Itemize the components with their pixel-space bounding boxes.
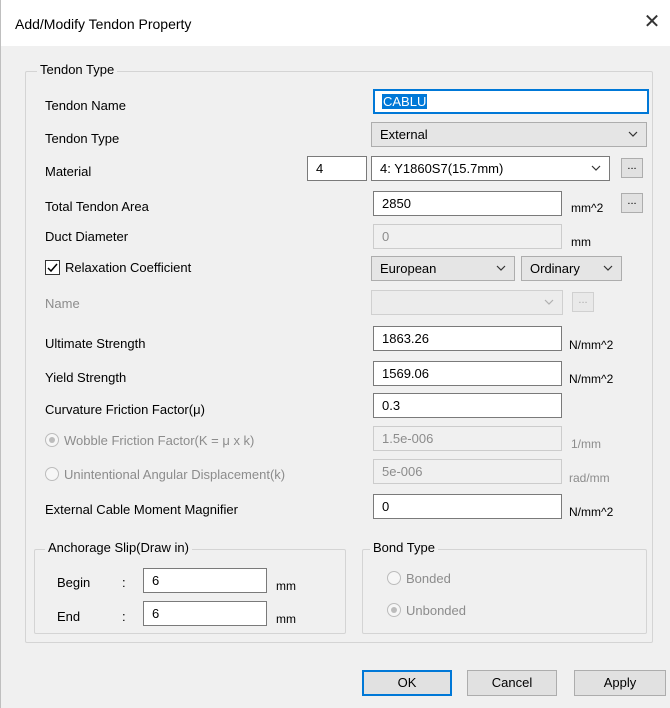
- anchorage-begin-colon: :: [122, 575, 126, 590]
- close-icon[interactable]: ✕: [639, 10, 665, 36]
- cancel-button[interactable]: Cancel: [467, 670, 557, 696]
- curvature-friction-value: 0.3: [382, 398, 401, 413]
- anchorage-end-unit: mm: [276, 612, 296, 626]
- tendon-type-selected: External: [380, 127, 428, 142]
- moment-magnifier-unit: N/mm^2: [569, 505, 614, 519]
- anchorage-end-label: End: [57, 609, 81, 624]
- material-browse-button[interactable]: ...: [621, 158, 643, 178]
- material-selected: 4: Y1860S7(15.7mm): [380, 161, 504, 176]
- material-number-value: 4: [316, 161, 324, 176]
- tendon-name-input[interactable]: CABLU: [373, 89, 649, 114]
- bonded-radio: [387, 571, 401, 585]
- curvature-friction-label: Curvature Friction Factor(μ): [45, 402, 205, 417]
- total-area-value: 2850: [382, 196, 411, 211]
- anchorage-end-value: 6: [152, 606, 160, 621]
- material-number-input[interactable]: 4: [307, 156, 367, 181]
- total-area-input[interactable]: 2850: [373, 191, 562, 216]
- unbonded-radio: [387, 603, 401, 617]
- duct-diameter-label: Duct Diameter: [45, 229, 129, 244]
- relaxation-code-select[interactable]: European: [371, 256, 515, 281]
- tendon-type-label: Tendon Type: [45, 131, 120, 146]
- bond-type-legend: Bond Type: [370, 540, 438, 555]
- apply-button[interactable]: Apply: [574, 670, 666, 696]
- ultimate-strength-input[interactable]: 1863.26: [373, 326, 562, 351]
- unbonded-label: Unbonded: [406, 603, 466, 618]
- dialog-title: Add/Modify Tendon Property: [15, 16, 192, 32]
- material-select[interactable]: 4: Y1860S7(15.7mm): [371, 156, 610, 181]
- chevron-down-icon: [496, 263, 506, 273]
- tendon-name-value: CABLU: [382, 94, 428, 109]
- ok-button[interactable]: OK: [362, 670, 452, 696]
- relaxation-class-select[interactable]: Ordinary: [521, 256, 622, 281]
- total-area-label: Total Tendon Area: [45, 199, 149, 214]
- yield-strength-unit: N/mm^2: [569, 372, 614, 386]
- title-bar[interactable]: Add/Modify Tendon Property ✕: [1, 0, 670, 46]
- name-browse-button: ...: [572, 292, 594, 312]
- ultimate-strength-unit: N/mm^2: [569, 338, 614, 352]
- material-label: Material: [45, 164, 92, 179]
- angular-displacement-radio: [45, 467, 59, 481]
- wobble-friction-label: Wobble Friction Factor(K = μ x k): [64, 433, 255, 448]
- moment-magnifier-value: 0: [382, 499, 390, 514]
- bond-type-group: [362, 549, 647, 634]
- chevron-down-icon: [591, 163, 601, 173]
- tendon-name-label: Tendon Name: [45, 98, 126, 113]
- relaxation-class-selected: Ordinary: [530, 261, 580, 276]
- yield-strength-label: Yield Strength: [45, 370, 127, 385]
- angular-displacement-input: 5e-006: [373, 459, 562, 484]
- ultimate-strength-label: Ultimate Strength: [45, 336, 146, 351]
- tendon-type-group-legend: Tendon Type: [37, 62, 118, 77]
- total-area-unit: mm^2: [571, 201, 604, 215]
- yield-strength-value: 1569.06: [382, 366, 429, 381]
- radio-selected-dot: [49, 437, 55, 443]
- total-area-browse-button[interactable]: ...: [621, 193, 643, 213]
- bonded-label: Bonded: [406, 571, 451, 586]
- relaxation-checkbox[interactable]: [45, 260, 60, 275]
- anchorage-slip-legend: Anchorage Slip(Draw in): [45, 540, 192, 555]
- yield-strength-input[interactable]: 1569.06: [373, 361, 562, 386]
- angular-displacement-unit: rad/mm: [569, 471, 610, 485]
- relaxation-label: Relaxation Coefficient: [65, 260, 192, 275]
- wobble-friction-value: 1.5e-006: [382, 431, 434, 446]
- anchorage-begin-unit: mm: [276, 579, 296, 593]
- radio-selected-dot: [391, 607, 397, 613]
- wobble-friction-input: 1.5e-006: [373, 426, 562, 451]
- moment-magnifier-input[interactable]: 0: [373, 494, 562, 519]
- chevron-down-icon: [603, 263, 613, 273]
- tendon-property-dialog: Add/Modify Tendon Property ✕ Tendon Type…: [0, 0, 670, 708]
- angular-displacement-label: Unintentional Angular Displacement(k): [64, 467, 286, 482]
- anchorage-begin-label: Begin: [57, 575, 91, 590]
- anchorage-end-colon: :: [122, 609, 126, 624]
- anchorage-begin-input[interactable]: 6: [143, 568, 267, 593]
- relaxation-code-selected: European: [380, 261, 437, 276]
- angular-displacement-value: 5e-006: [382, 464, 423, 479]
- name-label: Name: [45, 296, 80, 311]
- duct-diameter-unit: mm: [571, 235, 591, 249]
- wobble-friction-radio: [45, 433, 59, 447]
- wobble-friction-unit: 1/mm: [571, 437, 601, 451]
- duct-diameter-input: 0: [373, 224, 562, 249]
- anchorage-begin-value: 6: [152, 573, 160, 588]
- moment-magnifier-label: External Cable Moment Magnifier: [45, 502, 238, 517]
- tendon-type-select[interactable]: External: [371, 122, 647, 147]
- name-select: [371, 290, 563, 315]
- chevron-down-icon: [628, 129, 638, 139]
- anchorage-end-input[interactable]: 6: [143, 601, 267, 626]
- checkmark-icon: [47, 263, 58, 273]
- curvature-friction-input[interactable]: 0.3: [373, 393, 562, 418]
- duct-diameter-value: 0: [382, 229, 390, 244]
- ultimate-strength-value: 1863.26: [382, 331, 429, 346]
- chevron-down-icon: [544, 297, 554, 307]
